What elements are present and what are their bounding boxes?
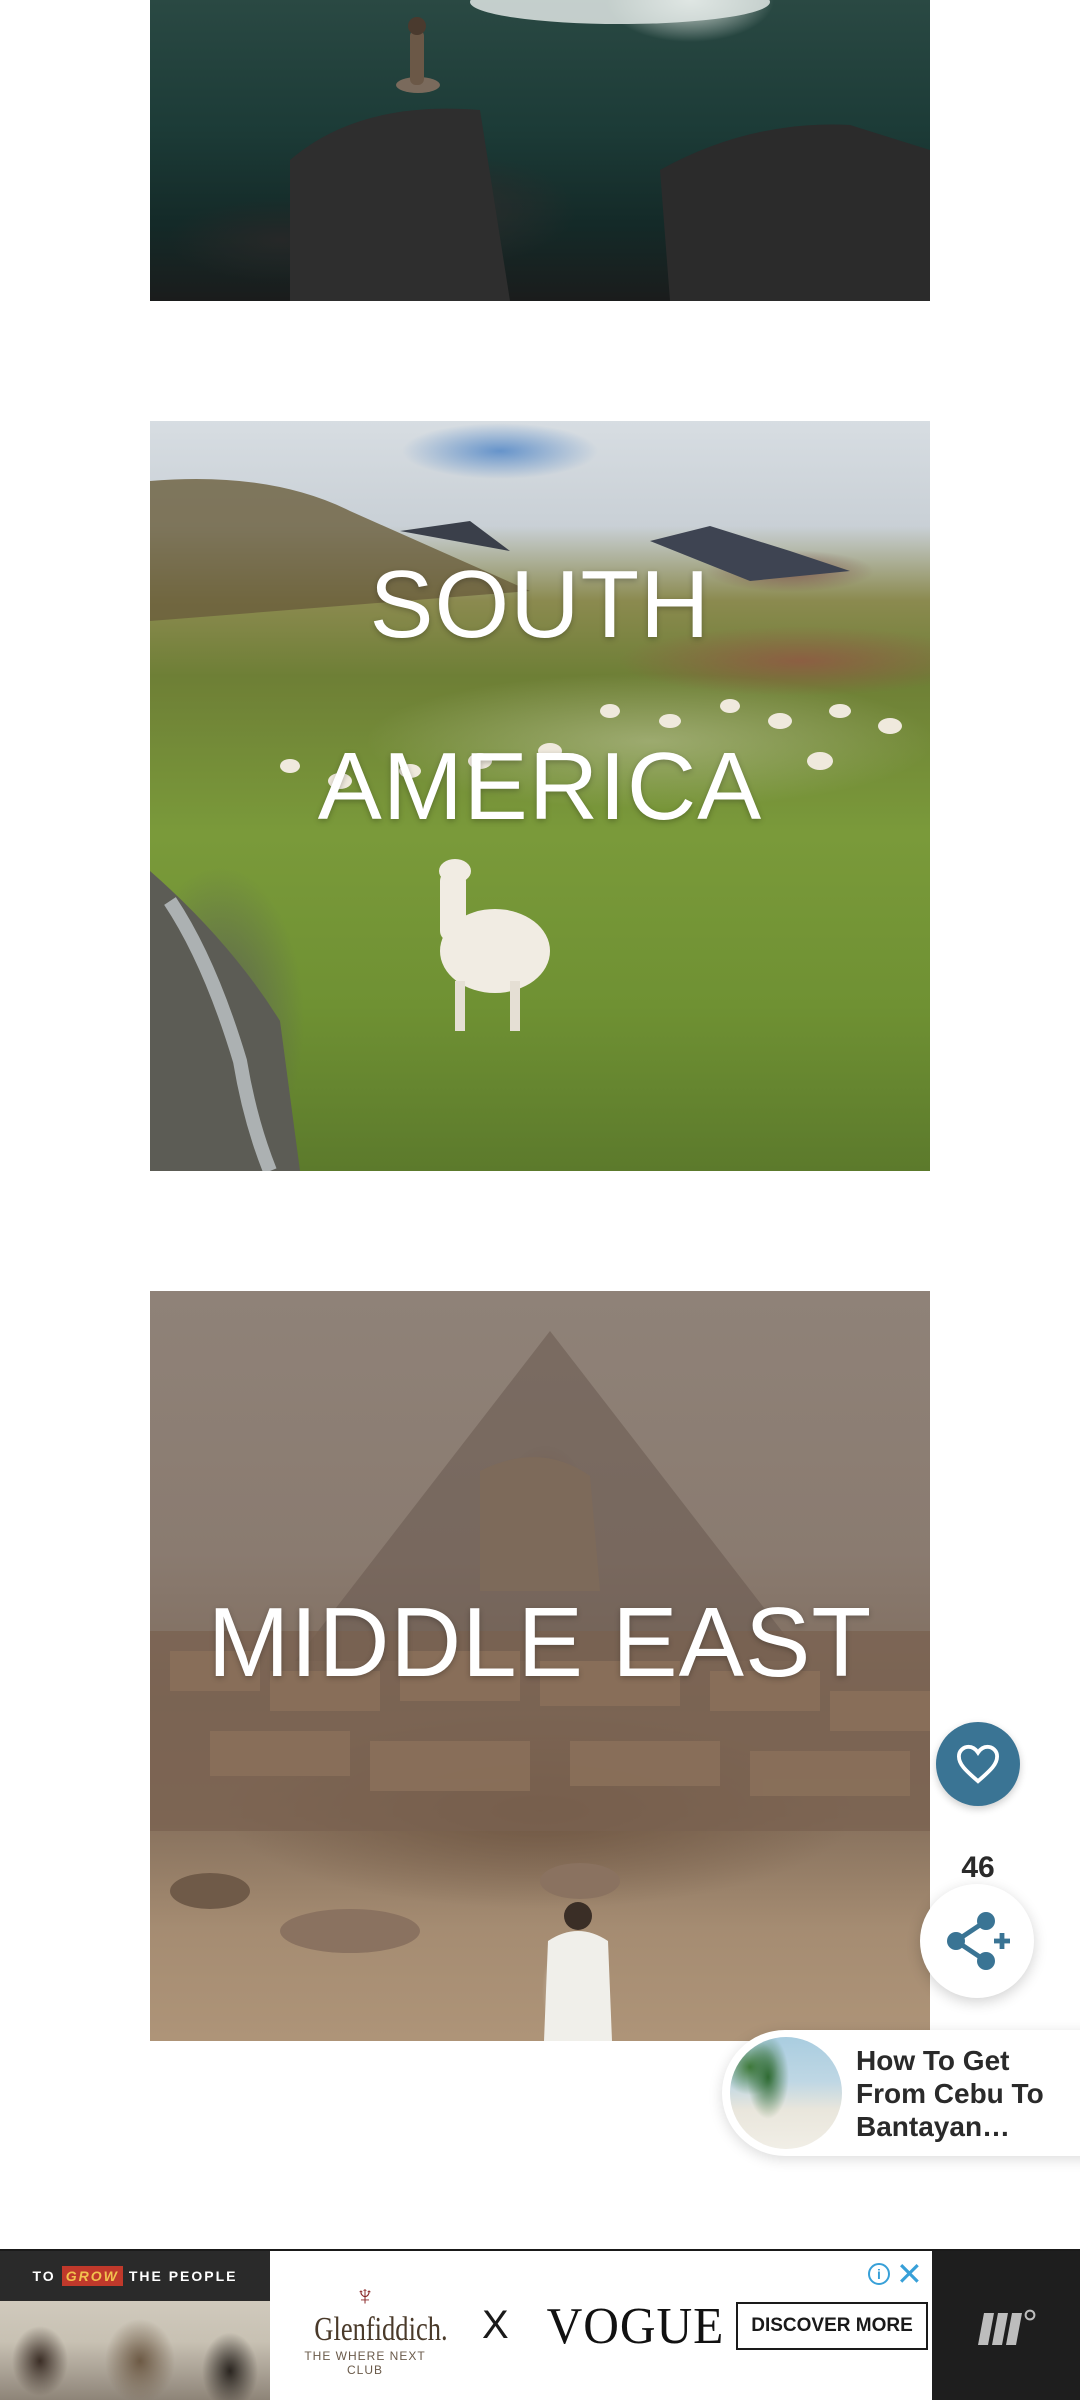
region-card-top[interactable] [150,0,930,301]
related-article-card[interactable]: How To Get From Cebu To Bantayan… [722,2030,1080,2156]
ad-banner[interactable]: TO GROW THE PEOPLE ♆ Glenfiddich. THE WH… [0,2249,1080,2400]
waterfall-photo [290,0,930,301]
ad-controls: i ✕ [868,2258,928,2290]
region-card-middle-east[interactable]: MIDDLE EAST [150,1291,930,2041]
ad-brand: Glenfiddich. [314,2311,448,2348]
ad-tagline: TO GROW THE PEOPLE [0,2251,270,2301]
related-article-title: How To Get From Cebu To Bantayan… [856,2044,1044,2142]
ad-tagline-post: THE PEOPLE [128,2268,238,2284]
related-article-thumbnail [730,2037,842,2149]
mediavine-icon [978,2309,1036,2345]
ad-partner: VOGUE [546,2298,725,2355]
discover-more-button[interactable]: DISCOVER MORE [736,2302,928,2350]
info-icon[interactable]: i [868,2263,890,2285]
mediavine-logo[interactable] [932,2251,1080,2400]
page: SOUTH AMERICA MIDDLE EAST 46 How To Get … [0,0,1080,2400]
stag-icon: ♆ [354,2280,376,2311]
region-card-south-america[interactable]: SOUTH AMERICA [150,421,930,1171]
ad-separator: X [482,2303,509,2347]
region-title: SOUTH AMERICA [317,551,763,840]
close-icon[interactable]: ✕ [896,2258,923,2290]
heart-icon [956,1744,1000,1784]
ad-content: ♆ Glenfiddich. THE WHERE NEXT CLUB X VOG… [270,2251,932,2400]
like-button[interactable] [936,1722,1020,1806]
ad-brand-sub: THE WHERE NEXT CLUB [304,2349,426,2377]
glenfiddich-logo: ♆ Glenfiddich. THE WHERE NEXT CLUB [300,2280,448,2378]
ad-photo: TO GROW THE PEOPLE [0,2251,270,2400]
share-button[interactable] [920,1884,1034,1998]
ad-tagline-pre: TO [32,2268,56,2284]
region-title: MIDDLE EAST [207,1587,873,1697]
ad-tagline-grow: GROW [61,2266,123,2286]
share-plus-icon [947,1912,1010,1970]
